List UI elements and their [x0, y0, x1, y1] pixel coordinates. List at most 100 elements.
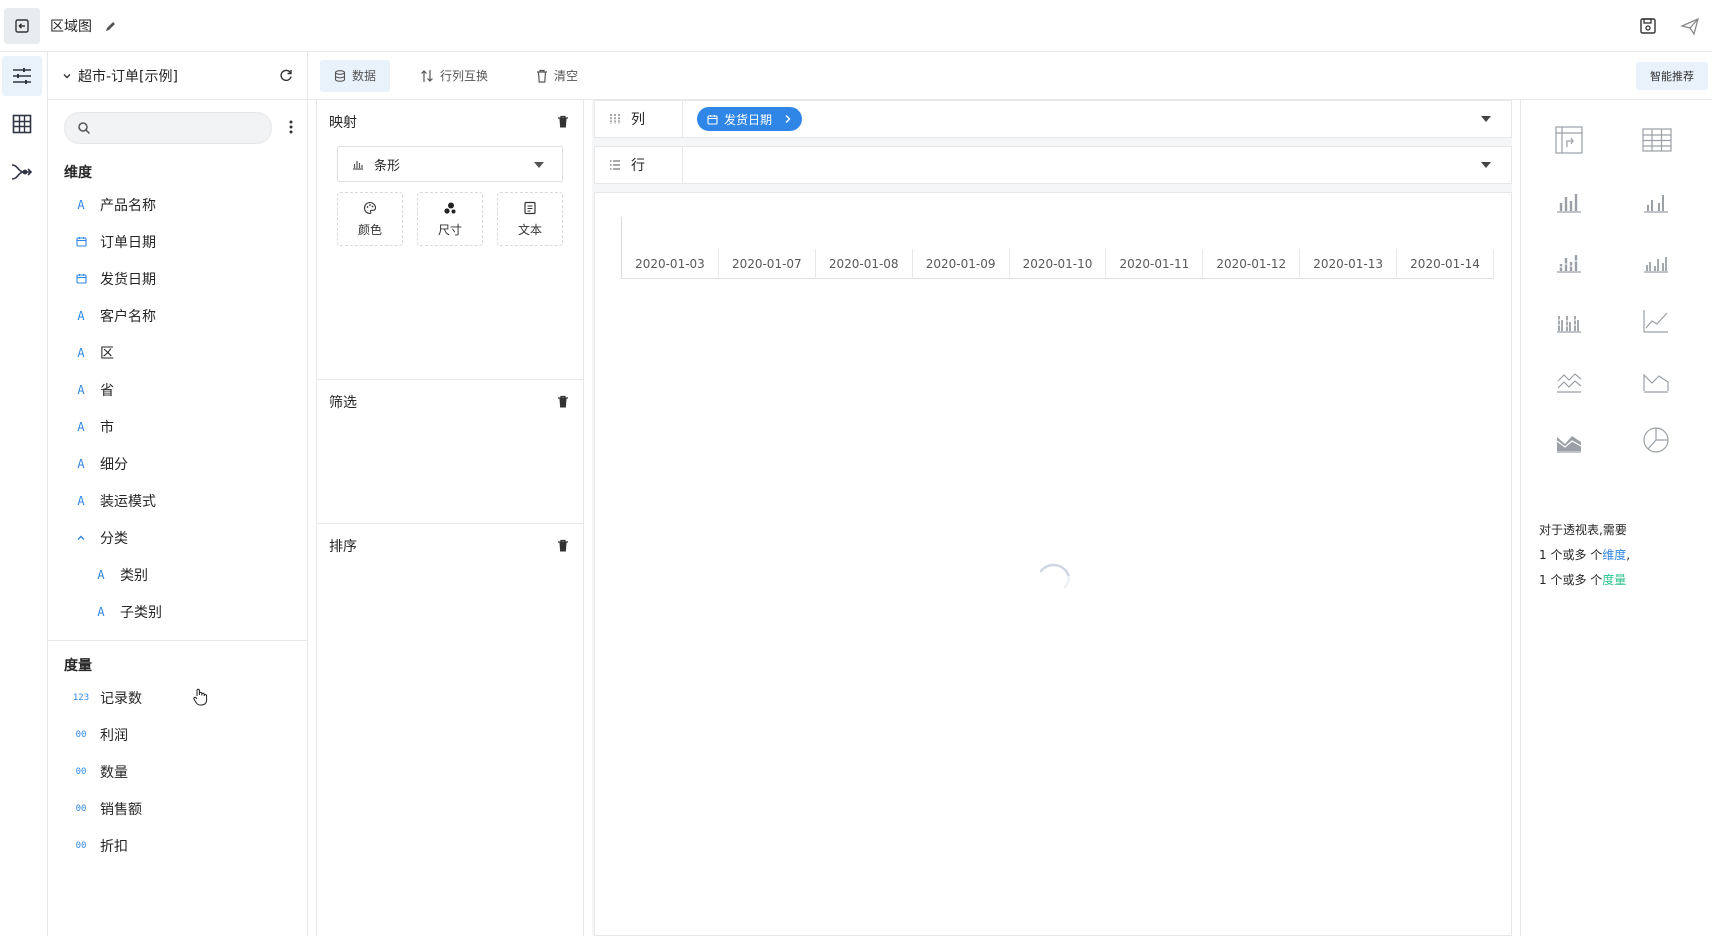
encoding-text[interactable]: 文本 [497, 192, 563, 246]
hint-dimension: 维度 [1602, 548, 1627, 562]
encoding-color[interactable]: 颜色 [337, 192, 403, 246]
size-dots-icon [444, 202, 456, 214]
dimensions-title: 维度 [64, 165, 92, 181]
chevron-right-icon[interactable] [784, 114, 792, 124]
pencil-icon[interactable] [104, 19, 118, 33]
caret-down-icon[interactable] [1481, 116, 1491, 122]
measure-item[interactable]: 00 数量 [48, 753, 307, 790]
swap-rows-columns-button[interactable]: 行列互换 [406, 60, 502, 92]
smart-recommend-button[interactable]: 智能推荐 [1636, 62, 1708, 90]
field-label: 折扣 [100, 838, 128, 855]
line-icon [1643, 310, 1668, 333]
chart-type-panel: 对于透视表,需要 1 个或多 个维度, 1 个或多 个度量 [1520, 100, 1712, 936]
trash-icon [537, 69, 548, 83]
rail-item-config[interactable] [2, 56, 42, 96]
requirement-hint: 对于透视表,需要 1 个或多 个维度, 1 个或多 个度量 [1539, 518, 1630, 593]
dimension-list: A 产品名称订单日期发货日期 A 客户名称 A 区 A 省 A 市 A 细分 A 装运模式 [48, 186, 307, 519]
field-item[interactable]: A 装运模式 [48, 482, 307, 519]
string-type-icon: A [77, 456, 85, 471]
database-icon [334, 69, 346, 82]
bar-chart-icon [353, 161, 363, 170]
field-item[interactable]: A市 [48, 408, 307, 445]
measure-item[interactable]: 00 折扣 [48, 827, 307, 864]
field-item[interactable]: 订单日期 [48, 223, 307, 260]
exit-icon [15, 18, 29, 33]
rail-item-table[interactable] [2, 104, 42, 144]
hint-line-3: 1 个或多 个度量 [1539, 568, 1630, 593]
refresh-icon[interactable] [279, 68, 293, 82]
columns-shelf[interactable]: 列 发货日期 [594, 100, 1512, 138]
field-label: 类别 [120, 567, 148, 584]
data-tab-button[interactable]: 数据 [320, 59, 391, 92]
string-type-icon: A [77, 493, 85, 508]
measure-list: 123 记录数 00 利润 00 数量 00 销售额 00 折扣 [48, 679, 307, 864]
sort-title: 排序 [329, 539, 357, 555]
field-item[interactable]: A 客户名称 [48, 297, 307, 334]
trash-icon[interactable] [557, 539, 569, 553]
x-axis: 2020-01-03 2020-01-07 2020-01-08 2020-01-09… [621, 217, 1494, 279]
trash-icon[interactable] [557, 115, 569, 129]
loading-spinner-icon [1039, 563, 1071, 589]
string-type-icon: A [97, 567, 105, 582]
config-panel: 映射 条形 颜色 尺寸 文本 筛选 排序 [316, 100, 584, 936]
field-label: 发货日期 [100, 271, 156, 288]
hint-line-2: 1 个或多 个维度, [1539, 543, 1630, 568]
field-label: 订单日期 [100, 234, 156, 251]
left-rail [0, 52, 48, 936]
chart-type-label: 条形 [374, 158, 401, 174]
measure-item[interactable]: 123 记录数 [48, 679, 307, 716]
chart-type-option[interactable] [1636, 240, 1676, 280]
decimal-type-icon: 00 [75, 729, 87, 740]
chevron-up-icon[interactable] [72, 533, 90, 543]
field-item[interactable]: A区 [48, 334, 307, 371]
chart-type-select[interactable]: 条形 [337, 146, 563, 182]
encoding-size[interactable]: 尺寸 [417, 192, 483, 246]
string-type-icon: A [77, 345, 85, 360]
area-icon [1643, 373, 1669, 393]
publish-button[interactable] [1670, 6, 1710, 46]
chart-type-option[interactable] [1549, 120, 1589, 160]
measure-item[interactable]: 00 销售额 [48, 790, 307, 827]
field-item[interactable]: A 细分 [48, 445, 307, 482]
encoding-text-label: 文本 [517, 222, 542, 237]
decimal-type-icon: 00 [75, 766, 87, 777]
clear-button[interactable]: 清空 [522, 60, 592, 92]
hierarchy-item-category[interactable]: 分类 [48, 519, 307, 556]
field-item[interactable]: A省 [48, 371, 307, 408]
more-vertical-icon[interactable] [289, 120, 293, 134]
save-button[interactable] [1628, 6, 1668, 46]
chart-type-option[interactable] [1636, 120, 1676, 160]
column-pill-ship-date[interactable]: 发货日期 [697, 107, 803, 131]
trash-icon[interactable] [557, 395, 569, 409]
calendar-icon [707, 114, 718, 125]
chart-type-option[interactable] [1549, 300, 1589, 340]
chart-type-option[interactable] [1636, 180, 1676, 220]
grid-icon [12, 114, 32, 134]
flow-icon [11, 164, 33, 180]
pill-label: 发货日期 [724, 112, 773, 127]
chart-type-option[interactable] [1636, 420, 1676, 460]
caret-down-icon[interactable] [1481, 162, 1491, 168]
search-input[interactable] [97, 113, 267, 143]
dataset-selector[interactable]: 超市-订单[示例] [48, 52, 307, 100]
field-item-subcategory[interactable]: A 子类别 [48, 593, 307, 630]
measure-item[interactable]: 00 利润 [48, 716, 307, 753]
field-item-category[interactable]: A 类别 [48, 556, 307, 593]
rows-shelf[interactable]: 行 [594, 146, 1512, 184]
chart-type-option[interactable] [1636, 360, 1676, 400]
chart-type-option[interactable] [1549, 420, 1589, 460]
field-item[interactable]: A 产品名称 [48, 186, 307, 223]
field-item[interactable]: 发货日期 [48, 260, 307, 297]
string-type-icon: A [77, 197, 85, 212]
chart-type-option[interactable] [1549, 240, 1589, 280]
chart-type-option[interactable] [1636, 300, 1676, 340]
exit-button[interactable] [4, 7, 40, 44]
rail-item-flow[interactable] [2, 152, 42, 192]
hint-text: 1 个或多 个 [1539, 573, 1603, 587]
chart-type-option[interactable] [1549, 360, 1589, 400]
rows-shelf-label: 行 [595, 147, 683, 183]
swap-label: 行列互换 [440, 69, 489, 83]
chart-type-option[interactable] [1549, 180, 1589, 220]
x-tick-label: 2020-01-12 [1203, 249, 1301, 279]
string-type-icon: A [77, 382, 85, 397]
